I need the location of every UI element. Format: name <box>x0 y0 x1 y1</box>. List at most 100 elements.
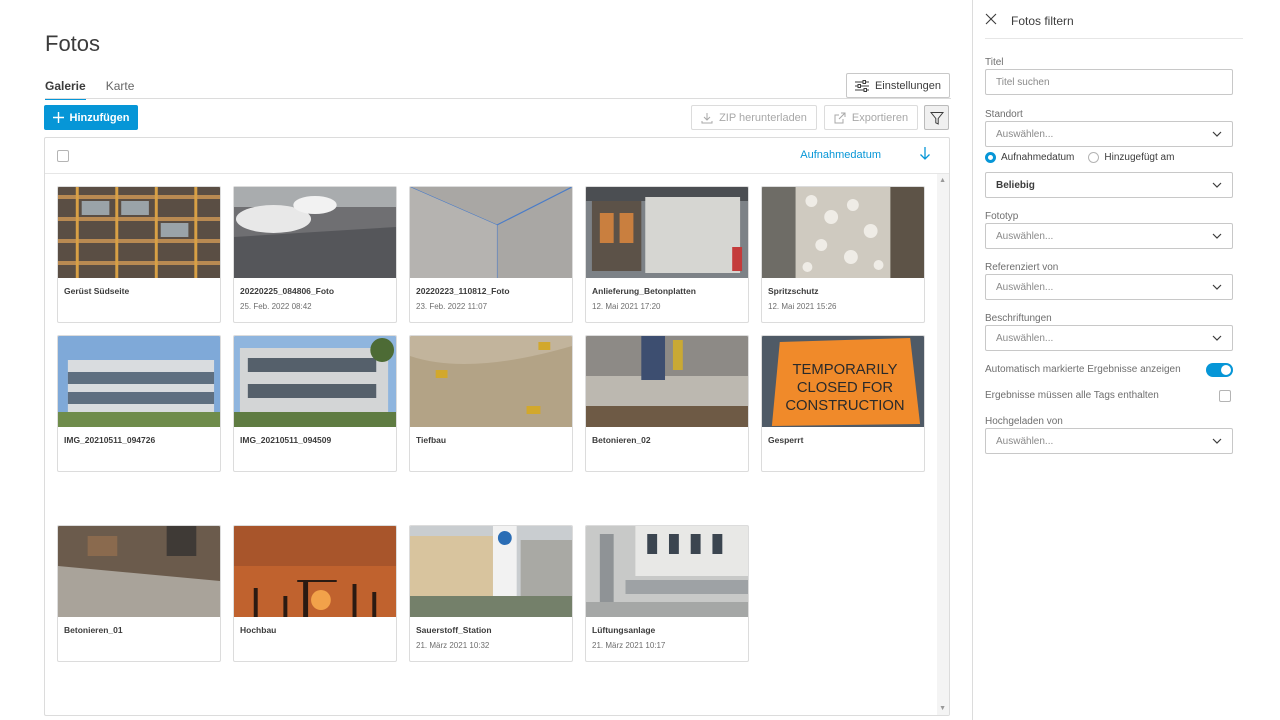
auto-tagged-row: Automatisch markierte Ergebnisse anzeige… <box>985 363 1233 377</box>
photo-card[interactable]: Spritzschutz 12. Mai 2021 15:26 <box>761 186 925 323</box>
phototype-select-value: Auswählen... <box>996 230 1054 242</box>
photo-title: Anlieferung_Betonplatten <box>592 286 696 296</box>
scroll-down-icon[interactable]: ▼ <box>939 705 946 712</box>
photo-card[interactable]: Tiefbau <box>409 335 573 472</box>
photo-thumbnail <box>410 336 572 427</box>
photo-thumbnail <box>410 187 572 278</box>
referenced-select-value: Auswählen... <box>996 281 1054 293</box>
add-button[interactable]: Hinzufügen <box>44 105 138 130</box>
location-select[interactable]: Auswählen... <box>985 121 1233 147</box>
photo-date: 12. Mai 2021 15:26 <box>768 302 837 311</box>
title-search-input[interactable] <box>985 69 1233 95</box>
page-title: Fotos <box>45 31 101 56</box>
photo-title: Gerüst Südseite <box>64 286 130 296</box>
uploaded-filter-label: Hochgeladen von <box>985 416 1063 427</box>
zip-download-button[interactable]: ZIP herunterladen <box>691 105 817 130</box>
photo-title: Lüftungsanlage <box>592 625 656 635</box>
panel-divider <box>985 38 1243 39</box>
zip-download-label: ZIP herunterladen <box>719 111 807 124</box>
photo-title: Spritzschutz <box>768 286 819 296</box>
photo-card[interactable]: IMG_20210511_094726 <box>57 335 221 472</box>
photo-card[interactable]: Sauerstoff_Station 21. März 2021 10:32 <box>409 525 573 662</box>
sign-line-2: CLOSED FOR <box>797 380 893 396</box>
close-icon[interactable] <box>985 13 997 25</box>
photo-card[interactable]: Lüftungsanlage 21. März 2021 10:17 <box>585 525 749 662</box>
photo-thumbnail <box>410 526 572 617</box>
photo-thumbnail: TEMPORARILY CLOSED FOR CONSTRUCTION <box>762 336 924 427</box>
date-range-value: Beliebig <box>996 179 1035 191</box>
referenced-filter-label: Referenziert von <box>985 262 1059 273</box>
all-tags-checkbox[interactable] <box>1219 390 1231 402</box>
scroll-up-icon[interactable]: ▲ <box>939 177 946 184</box>
photo-card[interactable]: Betonieren_01 <box>57 525 221 662</box>
photo-card[interactable]: Gerüst Südseite <box>57 186 221 323</box>
date-range-select[interactable]: Beliebig <box>985 172 1233 198</box>
photo-card[interactable]: TEMPORARILY CLOSED FOR CONSTRUCTION Gesp… <box>761 335 925 472</box>
sort-dropdown[interactable]: Aufnahmedatum <box>800 149 881 161</box>
location-filter-label: Standort <box>985 109 1023 120</box>
auto-tagged-toggle[interactable] <box>1206 363 1233 377</box>
gallery-scrollbar[interactable] <box>937 174 949 715</box>
tab-map[interactable]: Karte <box>106 79 135 100</box>
photo-card[interactable]: Anlieferung_Betonplatten 12. Mai 2021 17… <box>585 186 749 323</box>
all-tags-label: Ergebnisse müssen alle Tags enthalten <box>985 390 1159 401</box>
photo-title: IMG_20210511_094726 <box>64 435 156 445</box>
photo-card[interactable]: IMG_20210511_094509 <box>233 335 397 472</box>
photo-card[interactable]: Hochbau <box>233 525 397 662</box>
radio-capture-date[interactable]: Aufnahmedatum <box>985 152 1074 163</box>
view-tabs: Galerie Karte <box>45 79 134 100</box>
photo-thumbnail <box>58 526 220 617</box>
photo-thumbnail <box>58 187 220 278</box>
radio-button <box>1088 152 1100 163</box>
radio-added-date-label: Hinzugefügt am <box>1104 152 1175 163</box>
labels-select-value: Auswählen... <box>996 332 1054 344</box>
toggle-knob <box>1221 365 1231 375</box>
chevron-down-icon <box>1212 335 1222 341</box>
photo-title: Betonieren_01 <box>64 625 123 635</box>
auto-tagged-label: Automatisch markierte Ergebnisse anzeige… <box>985 364 1181 375</box>
photo-title: 20220223_110812_Foto <box>416 286 510 296</box>
labels-select[interactable]: Auswählen... <box>985 325 1233 351</box>
photo-date: 23. Feb. 2022 11:07 <box>416 302 488 311</box>
export-button[interactable]: Exportieren <box>824 105 918 130</box>
photo-title: Hochbau <box>240 625 277 635</box>
photo-title: IMG_20210511_094509 <box>240 435 332 445</box>
sort-direction-icon[interactable] <box>919 146 931 160</box>
photo-thumbnail <box>234 187 396 278</box>
location-select-value: Auswählen... <box>996 128 1054 140</box>
phototype-select[interactable]: Auswählen... <box>985 223 1233 249</box>
referenced-select[interactable]: Auswählen... <box>985 274 1233 300</box>
filter-icon <box>929 111 944 125</box>
uploaded-by-value: Auswählen... <box>996 435 1054 447</box>
radio-button-selected <box>985 152 996 163</box>
tabs-divider <box>45 98 951 99</box>
photo-title: Gesperrt <box>768 435 804 445</box>
settings-button[interactable]: Einstellungen <box>846 73 950 98</box>
filter-panel: Fotos filtern Titel Standort Auswählen..… <box>972 0 1280 720</box>
all-tags-row: Ergebnisse müssen alle Tags enthalten <box>985 390 1233 402</box>
chevron-down-icon <box>1212 131 1222 137</box>
photo-thumbnail <box>762 187 924 278</box>
radio-capture-date-label: Aufnahmedatum <box>1001 152 1075 163</box>
photo-card[interactable]: 20220225_084806_Foto 25. Feb. 2022 08:42 <box>233 186 397 323</box>
photo-thumbnail <box>234 526 396 617</box>
photo-card[interactable]: 20220223_110812_Foto 23. Feb. 2022 11:07 <box>409 186 573 323</box>
photo-gallery: Aufnahmedatum Gerüst Südseite 20220225_0… <box>44 137 950 716</box>
photo-title: Sauerstoff_Station <box>416 625 492 635</box>
filter-button[interactable] <box>924 105 949 130</box>
phototype-filter-label: Fototyp <box>985 211 1019 222</box>
photo-card[interactable]: Betonieren_02 <box>585 335 749 472</box>
sign-line-3: CONSTRUCTION <box>785 398 904 414</box>
add-label: Hinzufügen <box>69 111 130 124</box>
export-icon <box>834 112 846 123</box>
select-all-checkbox[interactable] <box>57 150 69 162</box>
chevron-down-icon <box>1212 233 1222 239</box>
radio-added-date[interactable]: Hinzugefügt am <box>1088 152 1174 163</box>
uploaded-by-select[interactable]: Auswählen... <box>985 428 1233 454</box>
photo-thumbnail <box>586 187 748 278</box>
photo-date: 21. März 2021 10:17 <box>592 641 666 650</box>
photo-title: Betonieren_02 <box>592 435 651 445</box>
tab-gallery[interactable]: Galerie <box>45 79 86 100</box>
photo-thumbnail <box>586 526 748 617</box>
plus-icon <box>52 112 64 123</box>
